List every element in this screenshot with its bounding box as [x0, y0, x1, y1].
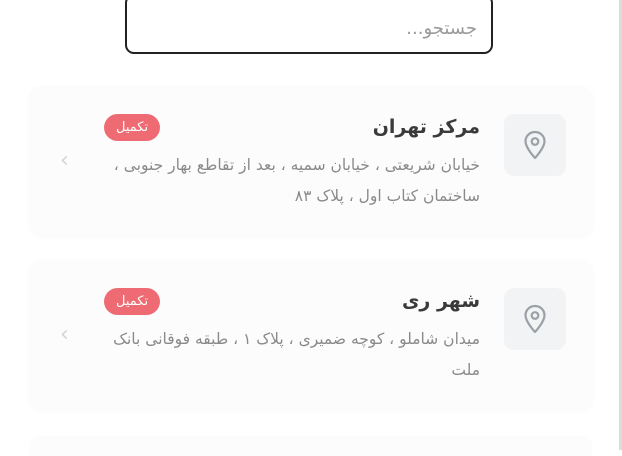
location-card-partial[interactable]: [30, 436, 592, 456]
status-badge: تکمیل: [104, 288, 161, 315]
map-pin-icon: [524, 130, 546, 160]
location-card[interactable]: مرکز تهران خیابان شریعتی ، خیابان سمیه ،…: [30, 88, 592, 236]
search-box[interactable]: [125, 0, 493, 54]
location-pin-box: [504, 114, 566, 176]
location-title: شهر ری: [401, 290, 480, 312]
location-address: خیابان شریعتی ، خیابان سمیه ، بعد از تقا…: [113, 156, 480, 205]
location-card[interactable]: شهر ری میدان شاملو ، کوچه ضمیری ، پلاک ۱…: [30, 262, 592, 410]
chevron-left-icon[interactable]: ‹: [60, 150, 69, 172]
status-badge: تکمیل: [104, 114, 161, 141]
map-pin-icon: [524, 304, 546, 334]
location-pin-box: [504, 288, 566, 350]
location-address: میدان شاملو ، کوچه ضمیری ، پلاک ۱ ، طبقه…: [113, 330, 480, 379]
search-input[interactable]: [145, 12, 479, 44]
chevron-left-icon[interactable]: ‹: [60, 324, 69, 346]
location-title: مرکز تهران: [372, 116, 480, 138]
